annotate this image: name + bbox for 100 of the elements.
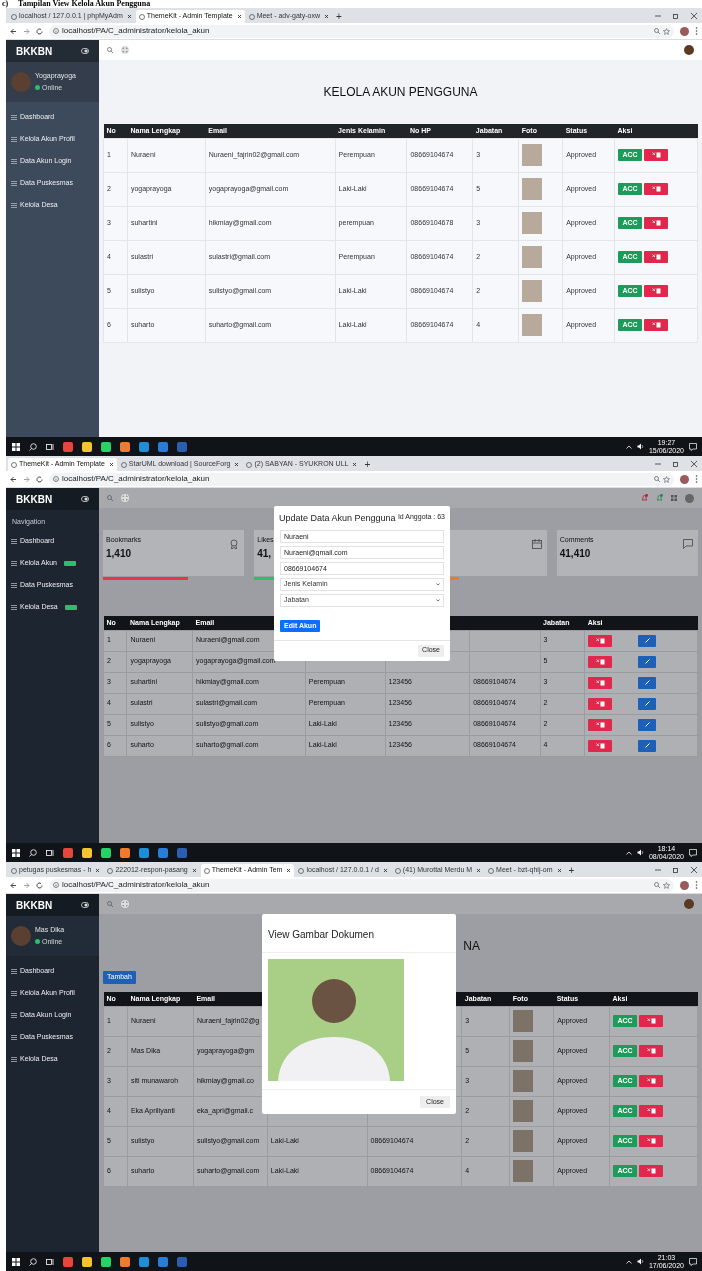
restore-icon[interactable] xyxy=(673,866,679,873)
profile-avatar[interactable] xyxy=(680,474,689,484)
close-icon[interactable] xyxy=(191,868,197,873)
volume-icon[interactable] xyxy=(636,1258,644,1265)
delete-button[interactable] xyxy=(588,676,613,689)
delete-button[interactable] xyxy=(639,1105,664,1117)
chevron-up-icon[interactable] xyxy=(625,1259,632,1264)
close-icon[interactable] xyxy=(476,868,482,873)
app-icon[interactable] xyxy=(139,1256,149,1267)
close-icon[interactable] xyxy=(108,462,114,467)
edit-button[interactable] xyxy=(638,634,657,647)
delete-button[interactable] xyxy=(639,1165,664,1177)
avatar[interactable] xyxy=(684,45,694,55)
profile-avatar[interactable] xyxy=(680,880,689,890)
app-icon[interactable] xyxy=(82,1256,92,1267)
close-icon[interactable] xyxy=(324,14,330,19)
back-icon[interactable] xyxy=(10,475,17,483)
star-icon[interactable] xyxy=(663,881,670,889)
bell-icon[interactable] xyxy=(641,494,648,502)
close-icon[interactable] xyxy=(382,868,388,873)
app-icon[interactable] xyxy=(120,1256,130,1267)
menu-icon[interactable] xyxy=(695,27,698,35)
address-bar[interactable]: localhost/PA/C_administrator/kelola_akun xyxy=(49,878,674,892)
delete-button[interactable] xyxy=(644,149,669,161)
delete-button[interactable] xyxy=(588,655,613,668)
delete-button[interactable] xyxy=(639,1045,664,1057)
notification-icon[interactable] xyxy=(689,442,697,451)
app-icon[interactable] xyxy=(101,1256,111,1267)
task-view-icon[interactable] xyxy=(46,848,54,857)
delete-button[interactable] xyxy=(644,319,669,331)
volume-icon[interactable] xyxy=(636,849,644,856)
delete-button[interactable] xyxy=(639,1075,664,1087)
reload-icon[interactable] xyxy=(36,475,43,483)
address-bar[interactable]: localhost/PA/C_administrator/kelola_akun xyxy=(49,472,674,486)
app-icon[interactable] xyxy=(82,847,92,858)
edit-button[interactable] xyxy=(638,676,657,689)
delete-button[interactable] xyxy=(588,739,613,752)
notification-icon[interactable] xyxy=(689,1257,697,1266)
delete-button[interactable] xyxy=(639,1135,664,1147)
reload-icon[interactable] xyxy=(36,881,43,889)
app-icon[interactable] xyxy=(120,847,130,858)
close-icon[interactable] xyxy=(352,462,358,467)
app-icon[interactable] xyxy=(101,847,111,858)
restore-icon[interactable] xyxy=(673,460,679,467)
reload-icon[interactable] xyxy=(36,27,43,35)
close-icon[interactable] xyxy=(691,12,697,19)
app-icon[interactable] xyxy=(120,441,130,452)
app-icon[interactable] xyxy=(63,847,73,858)
delete-button[interactable] xyxy=(644,183,669,195)
star-icon[interactable] xyxy=(663,475,670,483)
notification-icon[interactable] xyxy=(689,848,697,857)
task-view-icon[interactable] xyxy=(46,1257,54,1266)
app-icon[interactable] xyxy=(63,1256,73,1267)
menu-icon[interactable] xyxy=(695,881,698,889)
close-icon[interactable] xyxy=(556,868,562,873)
volume-icon[interactable] xyxy=(636,443,644,450)
delete-button[interactable] xyxy=(588,718,613,731)
app-icon[interactable] xyxy=(139,441,149,452)
delete-button[interactable] xyxy=(588,634,613,647)
new-tab-button[interactable]: + xyxy=(361,458,374,471)
back-icon[interactable] xyxy=(10,881,17,889)
close-icon[interactable] xyxy=(95,868,101,873)
close-icon[interactable] xyxy=(691,460,697,467)
delete-button[interactable] xyxy=(644,285,669,297)
restore-icon[interactable] xyxy=(673,12,679,19)
back-icon[interactable] xyxy=(10,27,17,35)
close-icon[interactable] xyxy=(234,462,240,467)
chevron-up-icon[interactable] xyxy=(625,444,632,449)
close-icon[interactable] xyxy=(286,868,292,873)
app-icon[interactable] xyxy=(82,441,92,452)
profile-avatar[interactable] xyxy=(680,26,689,36)
windows-icon[interactable] xyxy=(12,442,20,451)
toggle-icon[interactable] xyxy=(81,496,89,502)
edit-button[interactable] xyxy=(638,655,657,668)
app-icon[interactable] xyxy=(101,441,111,452)
edit-button[interactable] xyxy=(638,739,657,752)
star-icon[interactable] xyxy=(663,27,670,35)
new-tab-button[interactable]: + xyxy=(333,10,345,23)
close-icon[interactable] xyxy=(691,866,697,873)
delete-button[interactable] xyxy=(639,1015,664,1027)
toggle-icon[interactable] xyxy=(81,48,89,54)
delete-button[interactable] xyxy=(588,697,613,710)
delete-button[interactable] xyxy=(644,217,669,229)
close-icon[interactable] xyxy=(126,14,132,19)
edit-button[interactable] xyxy=(638,718,657,731)
windows-icon[interactable] xyxy=(12,1257,20,1266)
app-icon[interactable] xyxy=(139,847,149,858)
delete-button[interactable] xyxy=(644,251,669,263)
toggle-icon[interactable] xyxy=(81,902,89,908)
avatar[interactable] xyxy=(684,899,694,909)
new-tab-button[interactable]: + xyxy=(565,864,578,877)
close-icon[interactable] xyxy=(236,14,242,19)
task-view-icon[interactable] xyxy=(46,442,54,451)
address-bar[interactable]: localhost/PA/C_administrator/kelola_akun xyxy=(49,24,674,38)
app-icon[interactable] xyxy=(63,441,73,452)
menu-icon[interactable] xyxy=(695,475,698,483)
windows-icon[interactable] xyxy=(12,848,20,857)
chevron-up-icon[interactable] xyxy=(625,850,632,855)
edit-button[interactable] xyxy=(638,697,657,710)
fullscreen-icon[interactable] xyxy=(121,46,129,54)
